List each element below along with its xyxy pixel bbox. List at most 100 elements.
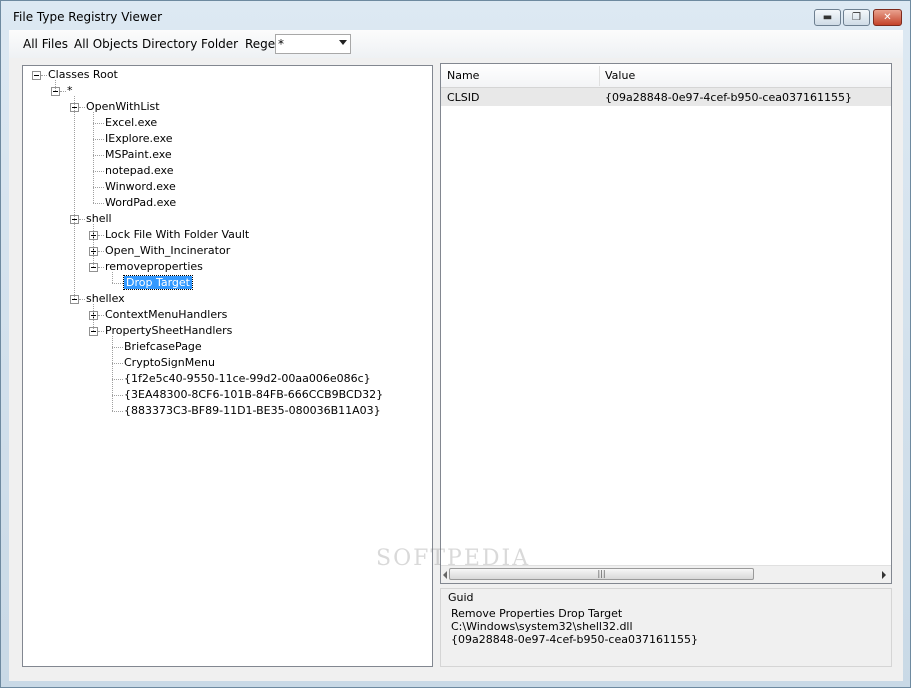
tree-node-label: shellex xyxy=(86,292,125,305)
tree-connector xyxy=(60,91,66,92)
tree-guide xyxy=(93,112,94,203)
tree-connector xyxy=(112,379,123,380)
tree-node[interactable]: {1f2e5c40-9550-11ce-99d2-00aa006e086c} xyxy=(124,371,371,387)
tree-node[interactable]: Excel.exe xyxy=(105,115,157,131)
tree-connector xyxy=(93,203,104,204)
tree-node-label: BriefcasePage xyxy=(124,340,202,353)
tree-node[interactable]: Winword.exe xyxy=(105,179,176,195)
row-value: {09a28848-0e97-4cef-b950-cea037161155} xyxy=(605,91,852,104)
tree-node[interactable]: {883373C3-BF89-11D1-BE35-080036B11A03} xyxy=(124,403,381,419)
tree-connector xyxy=(41,75,47,76)
tree-connector xyxy=(112,347,123,348)
tree-node-label: CryptoSignMenu xyxy=(124,356,215,369)
tree-node[interactable]: * xyxy=(67,83,73,99)
tree-connector xyxy=(79,107,85,108)
tree-node-label: removeproperties xyxy=(105,260,203,273)
tree-node[interactable]: shellex xyxy=(86,291,125,307)
column-header-name[interactable]: Name xyxy=(447,69,479,82)
regex-label: Regex xyxy=(245,37,275,51)
scroll-right-icon[interactable] xyxy=(882,571,886,579)
horizontal-scrollbar[interactable]: ||| xyxy=(441,565,891,583)
window-title: File Type Registry Viewer xyxy=(13,10,163,24)
tree-node[interactable]: BriefcasePage xyxy=(124,339,202,355)
tree-connector xyxy=(93,171,104,172)
tree-node-label: Drop Target xyxy=(123,275,193,290)
tree-node-label: Excel.exe xyxy=(105,116,158,129)
registry-tree[interactable]: Classes Root * OpenWithList Excel.exe IExplo… xyxy=(22,65,433,667)
tree-node-label: {1f2e5c40-9550-11ce-99d2-00aa006e086c} xyxy=(124,372,371,385)
info-line-description: Remove Properties Drop Target xyxy=(451,607,623,620)
close-button[interactable]: ✕ xyxy=(873,9,902,26)
tree-node[interactable]: notepad.exe xyxy=(105,163,174,179)
column-divider[interactable] xyxy=(599,66,600,86)
app-window: File Type Registry Viewer ▬ ❐ ✕ All File… xyxy=(0,0,911,688)
tree-node[interactable]: removeproperties xyxy=(105,259,203,275)
tree-node-label: OpenWithList xyxy=(86,100,160,113)
tree-node-label: {3EA48300-8CF6-101B-84FB-666CCB9BCD32} xyxy=(124,388,384,401)
tree-connector xyxy=(98,267,104,268)
menu-all-objects[interactable]: All Objects xyxy=(74,37,138,51)
info-line-path: C:\Windows\system32\shell32.dll xyxy=(451,620,633,633)
tree-node-label: notepad.exe xyxy=(105,164,174,177)
tree-connector xyxy=(112,363,123,364)
guid-group-label: Guid xyxy=(448,591,476,604)
collapse-minus-icon[interactable] xyxy=(32,71,41,80)
tree-node[interactable]: {3EA48300-8CF6-101B-84FB-666CCB9BCD32} xyxy=(124,387,383,403)
tree-node-label: WordPad.exe xyxy=(105,196,177,209)
tree-node[interactable]: Classes Root xyxy=(48,67,118,83)
menu-directory[interactable]: Directory xyxy=(142,37,197,51)
minimize-button[interactable]: ▬ xyxy=(814,9,841,26)
tree-connector xyxy=(98,315,104,316)
tree-node[interactable]: Lock File With Folder Vault xyxy=(105,227,249,243)
tree-node-label: Open_With_Incinerator xyxy=(105,244,231,257)
client-area: All Files All Objects Directory Folder R… xyxy=(9,30,903,681)
tree-node-label: ContextMenuHandlers xyxy=(105,308,228,321)
maximize-button[interactable]: ❐ xyxy=(843,9,870,26)
regex-combo-value: * xyxy=(278,37,284,51)
tree-connector xyxy=(112,395,123,396)
tree-node-label: Winword.exe xyxy=(105,180,176,193)
tree-node[interactable]: shell xyxy=(86,211,112,227)
tree-node[interactable]: MSPaint.exe xyxy=(105,147,172,163)
title-bar[interactable]: File Type Registry Viewer ▬ ❐ ✕ xyxy=(1,1,910,33)
tree-node-label: IExplore.exe xyxy=(105,132,173,145)
tree-guide xyxy=(74,96,75,299)
tree-guide xyxy=(55,80,56,91)
tree-node[interactable]: Open_With_Incinerator xyxy=(105,243,230,259)
tree-guide xyxy=(93,224,94,267)
tree-node[interactable]: ContextMenuHandlers xyxy=(105,307,227,323)
tree-node-label: Lock File With Folder Vault xyxy=(105,228,250,241)
tree-node[interactable]: IExplore.exe xyxy=(105,131,173,147)
tree-connector xyxy=(93,139,104,140)
tree-node[interactable]: PropertySheetHandlers xyxy=(105,323,232,339)
tree-connector xyxy=(93,123,104,124)
tree-connector xyxy=(79,219,85,220)
menu-all-files[interactable]: All Files xyxy=(23,37,68,51)
regex-combo[interactable]: * xyxy=(275,34,351,54)
tree-node-selected[interactable]: Drop Target xyxy=(123,275,193,291)
chevron-down-icon[interactable] xyxy=(339,40,347,45)
scrollbar-thumb[interactable]: ||| xyxy=(449,568,754,580)
scroll-left-icon[interactable] xyxy=(443,571,447,579)
tree-node-label: MSPaint.exe xyxy=(105,148,172,161)
tree-connector xyxy=(112,411,123,412)
menu-bar: All Files All Objects Directory Folder R… xyxy=(9,30,903,58)
tree-node-label: {883373C3-BF89-11D1-BE35-080036B11A03} xyxy=(124,404,381,417)
tree-node-label: * xyxy=(67,84,73,97)
tree-node-label: shell xyxy=(86,212,112,225)
tree-node-label: Classes Root xyxy=(48,68,118,81)
column-header-value[interactable]: Value xyxy=(605,69,635,82)
tree-connector xyxy=(93,155,104,156)
tree-node[interactable]: OpenWithList xyxy=(86,99,160,115)
menu-folder[interactable]: Folder xyxy=(201,37,238,51)
list-row[interactable]: CLSID {09a28848-0e97-4cef-b950-cea037161… xyxy=(441,88,891,106)
tree-connector xyxy=(98,235,104,236)
tree-node[interactable]: CryptoSignMenu xyxy=(124,355,215,371)
row-name: CLSID xyxy=(447,91,480,104)
info-line-guid: {09a28848-0e97-4cef-b950-cea037161155} xyxy=(451,633,698,646)
tree-guide xyxy=(93,304,94,331)
tree-connector xyxy=(79,299,85,300)
value-list[interactable]: Name Value CLSID {09a28848-0e97-4cef-b95… xyxy=(440,63,892,584)
tree-node[interactable]: WordPad.exe xyxy=(105,195,176,211)
tree-guide xyxy=(112,272,113,283)
